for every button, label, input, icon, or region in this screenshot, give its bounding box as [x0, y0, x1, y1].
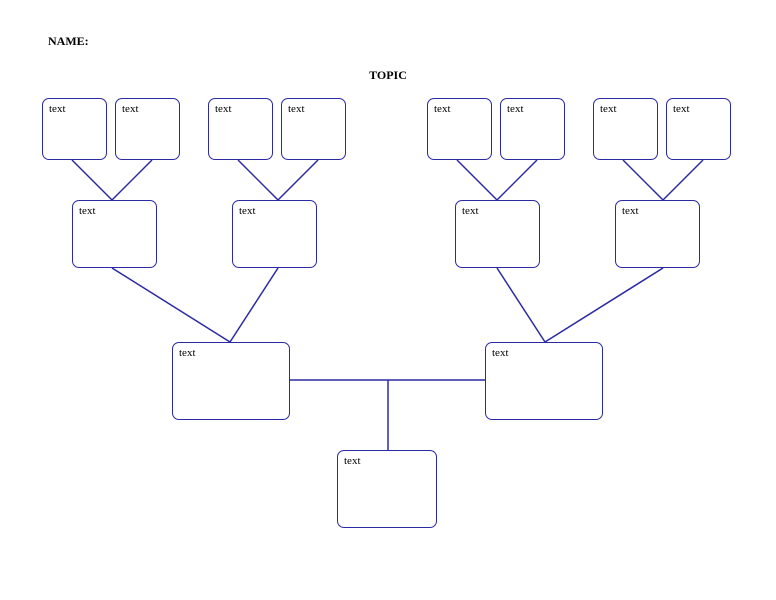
row4-box-0: text: [337, 450, 437, 528]
box-text: text: [492, 347, 509, 359]
box-text: text: [344, 455, 361, 467]
box-text: text: [673, 103, 690, 115]
box-text: text: [434, 103, 451, 115]
row2-box-1: text: [232, 200, 317, 268]
row2-box-0: text: [72, 200, 157, 268]
box-text: text: [179, 347, 196, 359]
row1-box-3: text: [281, 98, 346, 160]
box-text: text: [215, 103, 232, 115]
box-text: text: [239, 205, 256, 217]
row2-box-3: text: [615, 200, 700, 268]
box-text: text: [122, 103, 139, 115]
box-text: text: [622, 205, 639, 217]
row1-box-6: text: [593, 98, 658, 160]
row2-box-2: text: [455, 200, 540, 268]
box-text: text: [600, 103, 617, 115]
box-text: text: [288, 103, 305, 115]
row1-box-1: text: [115, 98, 180, 160]
box-text: text: [507, 103, 524, 115]
row1-box-5: text: [500, 98, 565, 160]
box-text: text: [462, 205, 479, 217]
row1-box-0: text: [42, 98, 107, 160]
row1-box-4: text: [427, 98, 492, 160]
row3-box-0: text: [172, 342, 290, 420]
row1-box-2: text: [208, 98, 273, 160]
row1-box-7: text: [666, 98, 731, 160]
row3-box-1: text: [485, 342, 603, 420]
topic-label: TOPIC: [0, 68, 776, 83]
box-text: text: [79, 205, 96, 217]
box-text: text: [49, 103, 66, 115]
name-label: NAME:: [48, 34, 89, 49]
